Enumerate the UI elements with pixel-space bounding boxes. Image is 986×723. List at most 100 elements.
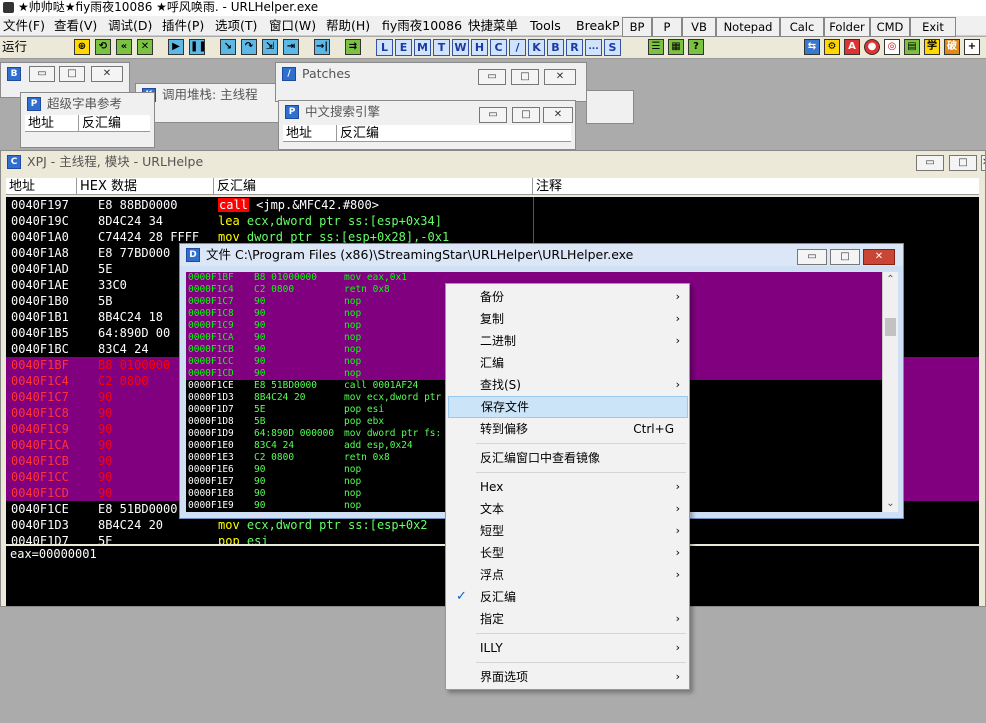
pane-icon[interactable]: ▤ xyxy=(904,39,920,55)
b-window-titlebar[interactable]: B ▭ □ ✕ xyxy=(1,63,129,85)
cpu-col-disasm[interactable]: 反汇编 xyxy=(214,178,533,195)
quick-folder-button[interactable]: Folder xyxy=(824,17,870,37)
context-menu-item[interactable]: 界面选项 › xyxy=(448,666,688,688)
zh-search-maximize-button[interactable]: □ xyxy=(512,107,540,123)
cpu-col-comment[interactable]: 注释 xyxy=(533,178,979,195)
tools-icon[interactable]: ⚙ xyxy=(824,39,840,55)
zh-search-col-addr[interactable]: 地址 xyxy=(283,125,337,142)
quick-calc-button[interactable]: Calc xyxy=(780,17,824,37)
string-ref-window[interactable]: P 超级字串参考 地址 反汇编 xyxy=(20,92,155,148)
toolbar-k-button[interactable]: K xyxy=(528,39,545,56)
callstack-titlebar[interactable]: K 调用堆栈: 主线程 xyxy=(136,84,279,106)
menu-file[interactable]: 文件(F) xyxy=(3,16,45,36)
scroll-up-icon[interactable]: ⌃ xyxy=(883,272,898,288)
crack-icon[interactable]: 破 xyxy=(944,39,960,55)
cpu-titlebar[interactable]: C XPJ - 主线程, 模块 - URLHelpe ▭ □ ✕ xyxy=(1,151,985,173)
toolbar-m-button[interactable]: M xyxy=(414,39,431,56)
cpu-col-hex[interactable]: HEX 数据 xyxy=(77,178,214,195)
menu-help[interactable]: 帮助(H) xyxy=(326,16,370,36)
menu-fiy[interactable]: fiy雨夜10086 xyxy=(382,16,462,36)
context-menu[interactable]: 备份 › 复制 › 二进制 › 汇编 查找(S) › 保存文件 转到偏移 Ctrl+G 反汇编窗口中查看… xyxy=(445,283,690,690)
quick-cmd-button[interactable]: CMD xyxy=(870,17,910,37)
file-minimize-button[interactable]: ▭ xyxy=(797,249,827,265)
context-menu-item[interactable]: 保存文件 xyxy=(448,396,688,418)
toolbar-t-button[interactable]: T xyxy=(433,39,450,56)
trace-into-icon[interactable]: ⇲ xyxy=(262,39,278,55)
zh-search-col-disasm[interactable]: 反汇编 xyxy=(337,125,537,142)
file-scrollbar[interactable]: ⌃ ⌄ xyxy=(882,272,898,512)
b-minimize-button[interactable]: ▭ xyxy=(29,66,55,82)
list-icon[interactable]: ☰ xyxy=(648,39,664,55)
toolbar-w-button[interactable]: W xyxy=(452,39,469,56)
cpu-row[interactable]: 0040F19C 8D4C24 34 lea ecx,dword ptr ss:[e… xyxy=(6,213,979,229)
context-menu-item[interactable]: 文本 › xyxy=(448,498,688,520)
step-into-icon[interactable]: ↘ xyxy=(220,39,236,55)
menu-debug[interactable]: 调试(D) xyxy=(108,16,152,36)
menu-window[interactable]: 窗口(W) xyxy=(269,16,316,36)
open-icon[interactable]: ⊕ xyxy=(74,39,90,55)
cpu-row[interactable]: 0040F197 E8 88BD0000 call <jmp.&MFC42.#800… xyxy=(6,197,979,213)
quick-bp-button[interactable]: BP xyxy=(622,17,652,37)
refresh-icon[interactable]: ⇆ xyxy=(804,39,820,55)
file-close-button[interactable]: ✕ xyxy=(863,249,895,265)
menu-tools[interactable]: Tools xyxy=(530,16,561,36)
cpu-minimize-button[interactable]: ▭ xyxy=(916,155,944,171)
string-ref-col-addr[interactable]: 地址 xyxy=(25,115,79,132)
context-menu-item[interactable]: 长型 › xyxy=(448,542,688,564)
patches-minimize-button[interactable]: ▭ xyxy=(478,69,506,85)
patches-window[interactable]: / Patches ▭ □ ✕ xyxy=(275,62,587,102)
pause-icon[interactable]: ❚❚ xyxy=(189,39,205,55)
restart-icon[interactable]: ⟲ xyxy=(95,39,111,55)
string-ref-titlebar[interactable]: P 超级字串参考 xyxy=(21,93,154,115)
callstack-window[interactable]: K 调用堆栈: 主线程 xyxy=(135,83,280,123)
context-menu-item[interactable]: 备份 › xyxy=(448,286,688,308)
learn-icon[interactable]: 学 xyxy=(924,39,940,55)
hidden-window[interactable] xyxy=(586,90,634,124)
record-icon[interactable]: ● xyxy=(864,39,880,55)
context-menu-item[interactable]: 反汇编窗口中查看镜像 xyxy=(448,447,688,469)
context-menu-item[interactable]: 查找(S) › xyxy=(448,374,688,396)
file-titlebar[interactable]: D 文件 C:\Program Files (x86)\StreamingSta… xyxy=(180,244,903,266)
scroll-thumb[interactable] xyxy=(885,318,896,336)
rewind-icon[interactable]: « xyxy=(116,39,132,55)
context-menu-item[interactable]: ✓ 反汇编 xyxy=(448,586,688,608)
file-maximize-button[interactable]: □ xyxy=(830,249,860,265)
zh-search-minimize-button[interactable]: ▭ xyxy=(479,107,507,123)
b-maximize-button[interactable]: □ xyxy=(59,66,85,82)
execute-till-return-icon[interactable]: →| xyxy=(314,39,330,55)
zh-search-close-button[interactable]: ✕ xyxy=(543,107,573,123)
context-menu-item[interactable]: 汇编 xyxy=(448,352,688,374)
quick-p-button[interactable]: P xyxy=(652,17,682,37)
scroll-down-icon[interactable]: ⌄ xyxy=(883,496,898,512)
b-close-button[interactable]: ✕ xyxy=(91,66,123,82)
context-menu-item[interactable]: 指定 › xyxy=(448,608,688,630)
close-program-icon[interactable]: ✕ xyxy=(137,39,153,55)
quick-vb-button[interactable]: VB xyxy=(682,17,716,37)
menu-shortcut[interactable]: 快捷菜单 xyxy=(468,16,518,36)
step-over-icon[interactable]: ↷ xyxy=(241,39,257,55)
cpu-maximize-button[interactable]: □ xyxy=(949,155,977,171)
patches-maximize-button[interactable]: □ xyxy=(511,69,539,85)
quick-exit-button[interactable]: Exit xyxy=(910,17,956,37)
zh-search-titlebar[interactable]: P 中文搜索引擎 ▭ □ ✕ xyxy=(279,101,575,123)
a-icon[interactable]: A xyxy=(844,39,860,55)
toolbar-s-button[interactable]: S xyxy=(604,39,621,56)
menu-options[interactable]: 选项(T) xyxy=(215,16,257,36)
target-icon[interactable]: ◎ xyxy=(884,39,900,55)
toolbar-h-button[interactable]: H xyxy=(471,39,488,56)
toolbar-r-button[interactable]: R xyxy=(566,39,583,56)
toolbar-c-button[interactable]: C xyxy=(490,39,507,56)
menu-plugins[interactable]: 插件(P) xyxy=(162,16,204,36)
context-menu-item[interactable]: 短型 › xyxy=(448,520,688,542)
toolbar-dots-button[interactable]: ... xyxy=(585,39,602,56)
toolbar-l-button[interactable]: L xyxy=(376,39,393,56)
cpu-col-addr[interactable]: 地址 xyxy=(6,178,77,195)
zh-search-window[interactable]: P 中文搜索引擎 ▭ □ ✕ 地址 反汇编 xyxy=(278,100,576,150)
context-menu-item[interactable]: 复制 › xyxy=(448,308,688,330)
trace-over-icon[interactable]: ⇥ xyxy=(283,39,299,55)
grid-icon[interactable]: ▦ xyxy=(668,39,684,55)
context-menu-item[interactable]: ILLY › xyxy=(448,637,688,659)
context-menu-item[interactable]: 转到偏移 Ctrl+G xyxy=(448,418,688,440)
menu-breakpoint[interactable]: BreakPo xyxy=(576,16,620,36)
cpu-close-button[interactable]: ✕ xyxy=(981,155,985,171)
